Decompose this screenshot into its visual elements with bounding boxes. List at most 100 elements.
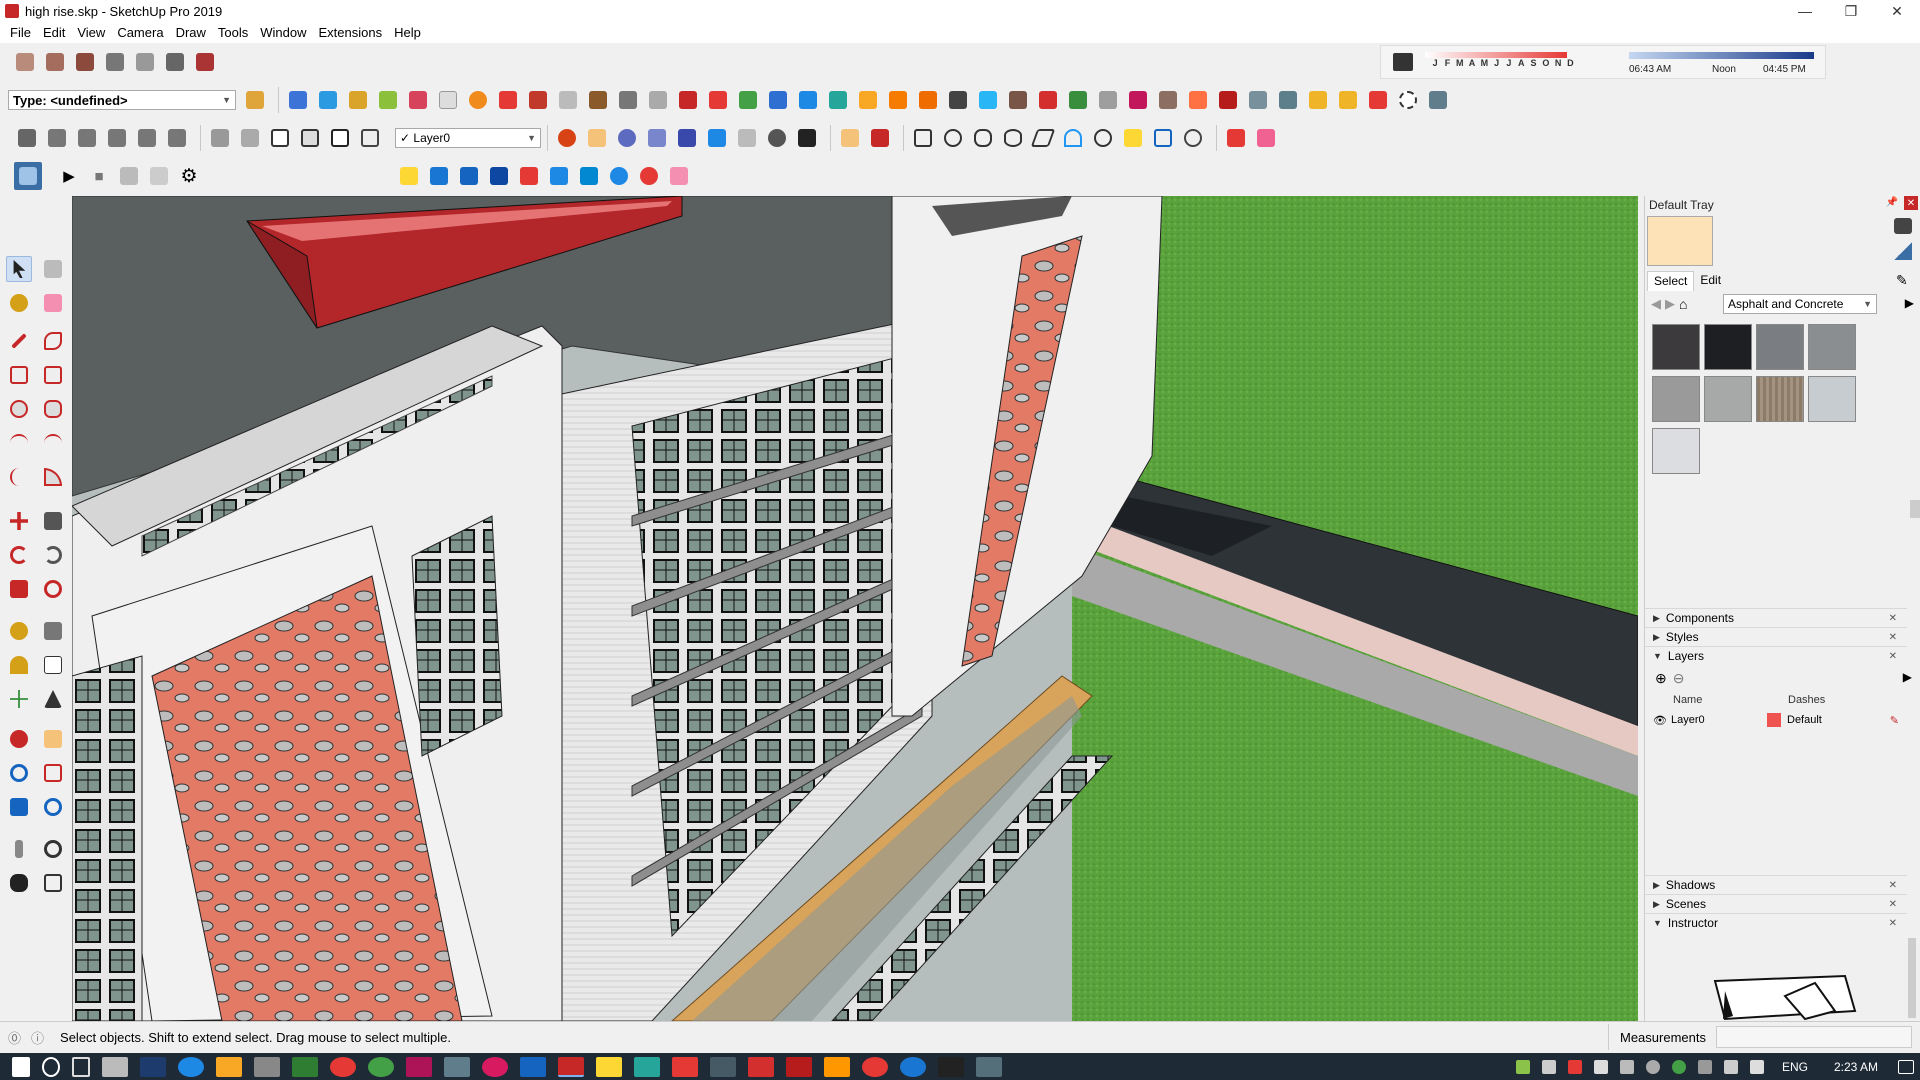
model-viewport[interactable] [72, 196, 1638, 1021]
view-right-button[interactable] [104, 125, 130, 151]
rotate-tool-button[interactable] [6, 542, 32, 568]
material-swatch[interactable] [1808, 376, 1856, 422]
panel-shadows[interactable]: ▶ Shadows ✕ [1645, 875, 1907, 894]
app-icon[interactable] [786, 1056, 812, 1077]
shape-5-button[interactable] [1030, 125, 1056, 151]
app-icon[interactable] [444, 1056, 470, 1077]
extension-37-button[interactable] [636, 163, 662, 189]
extension-13-button[interactable] [1095, 87, 1121, 113]
extension-24-button[interactable] [1425, 87, 1451, 113]
text-tool-button[interactable] [40, 652, 66, 678]
menu-edit[interactable]: Edit [37, 25, 71, 40]
pie-tool-button[interactable] [40, 464, 66, 490]
extension-3-button[interactable] [645, 87, 671, 113]
remove-layer-icon[interactable]: ⊖ [1673, 670, 1685, 687]
look-around-button[interactable] [764, 125, 790, 151]
material-collection-select[interactable]: Asphalt and Concrete ▼ [1723, 294, 1877, 314]
orbit-tool-button[interactable] [6, 726, 32, 752]
zoom-extents-tool-button[interactable] [6, 794, 32, 820]
materials-scrollbar[interactable] [1910, 500, 1920, 518]
extension-25-button[interactable] [1150, 125, 1176, 151]
home-icon[interactable]: ⌂ [1679, 296, 1687, 312]
bridge-icon[interactable] [938, 1056, 964, 1077]
offset-tool-button[interactable] [40, 576, 66, 602]
menu-tools[interactable]: Tools [212, 25, 254, 40]
shape-1-button[interactable] [910, 125, 936, 151]
type-select[interactable]: Type: <undefined> ▼ [8, 90, 236, 110]
whatsapp-icon[interactable] [368, 1056, 394, 1077]
bim-tool-4-button[interactable] [102, 49, 128, 75]
bim-tool-6-button[interactable] [162, 49, 188, 75]
extension-22-button[interactable] [1365, 87, 1391, 113]
extension-18-button[interactable] [1245, 87, 1271, 113]
measurements-input[interactable] [1716, 1026, 1912, 1048]
edge-icon[interactable] [178, 1056, 204, 1077]
lumion-logo-button[interactable] [14, 162, 42, 190]
shaded-button[interactable] [327, 125, 353, 151]
follow-me-button[interactable] [465, 87, 491, 113]
solid-2-button[interactable] [525, 87, 551, 113]
extension-10-button[interactable] [1005, 87, 1031, 113]
material-list-icon[interactable] [1894, 218, 1912, 234]
network-icon[interactable] [1723, 1059, 1738, 1074]
pencil-button[interactable] [867, 125, 893, 151]
previous-view-tool-button[interactable] [40, 794, 66, 820]
extension-15-button[interactable] [1155, 87, 1181, 113]
sandbox-1-button[interactable] [285, 87, 311, 113]
extension-7-button[interactable] [915, 87, 941, 113]
back-edges-button[interactable] [237, 125, 263, 151]
app-icon[interactable] [976, 1056, 1002, 1077]
orbit-button[interactable] [554, 125, 580, 151]
clock[interactable]: 2:23 AM [1834, 1060, 1878, 1074]
chrome-tray-icon[interactable] [1645, 1059, 1660, 1074]
xray-button[interactable] [207, 125, 233, 151]
extension-33-button[interactable] [516, 163, 542, 189]
view-iso-button[interactable] [14, 125, 40, 151]
extension-30-button[interactable] [426, 163, 452, 189]
close-button[interactable]: ✕ [1874, 0, 1920, 22]
chrome-icon[interactable] [330, 1056, 356, 1077]
volume-icon[interactable] [1749, 1059, 1764, 1074]
menu-window[interactable]: Window [254, 25, 312, 40]
extension-17-button[interactable] [1215, 87, 1241, 113]
freehand-button[interactable] [40, 328, 66, 354]
panel-layers[interactable]: ▼ Layers ✕ [1645, 646, 1907, 665]
export-close-button[interactable] [146, 163, 172, 189]
extension-31-button[interactable] [456, 163, 482, 189]
look-around-tool-button[interactable] [40, 836, 66, 862]
extension-21-button[interactable] [1335, 87, 1361, 113]
material-swatch[interactable] [1704, 324, 1752, 370]
back-arrow-icon[interactable]: ◀ [1651, 296, 1661, 312]
extension-4-button[interactable] [795, 87, 821, 113]
extension-29-button[interactable] [396, 163, 422, 189]
close-icon[interactable]: ✕ [1889, 632, 1897, 643]
tray-icon[interactable] [1541, 1059, 1556, 1074]
layer-color-swatch[interactable] [1767, 713, 1781, 727]
extension-8-button[interactable] [945, 87, 971, 113]
sample-paint-icon[interactable]: ✎ [1896, 272, 1914, 290]
tape-measure-button[interactable] [6, 618, 32, 644]
shadow-toggle-button[interactable] [1393, 53, 1413, 71]
view-back-button[interactable] [134, 125, 160, 151]
solid-1-button[interactable] [495, 87, 521, 113]
view-top-button[interactable] [44, 125, 70, 151]
bim-tool-7-button[interactable] [192, 49, 218, 75]
line-tool-button[interactable] [6, 328, 32, 354]
shape-2-button[interactable] [940, 125, 966, 151]
add-layer-icon[interactable]: ⊕ [1655, 670, 1667, 687]
extension-32-button[interactable] [486, 163, 512, 189]
shape-3-button[interactable] [970, 125, 996, 151]
play-button[interactable]: ▶ [56, 163, 82, 189]
view-front-button[interactable] [74, 125, 100, 151]
create-material-icon[interactable] [1894, 242, 1912, 260]
app-icon[interactable] [710, 1056, 736, 1077]
info-icon[interactable]: ⓘ [31, 1028, 44, 1047]
textured-button[interactable] [357, 125, 383, 151]
tray-icon[interactable] [1567, 1059, 1582, 1074]
sandbox-3-button[interactable] [345, 87, 371, 113]
position-camera-tool-button[interactable] [6, 836, 32, 862]
zoom-window-button[interactable] [644, 125, 670, 151]
pdf-icon[interactable] [748, 1056, 774, 1077]
settings-button[interactable]: ⚙ [176, 163, 202, 189]
material-swatch[interactable] [1652, 428, 1700, 474]
